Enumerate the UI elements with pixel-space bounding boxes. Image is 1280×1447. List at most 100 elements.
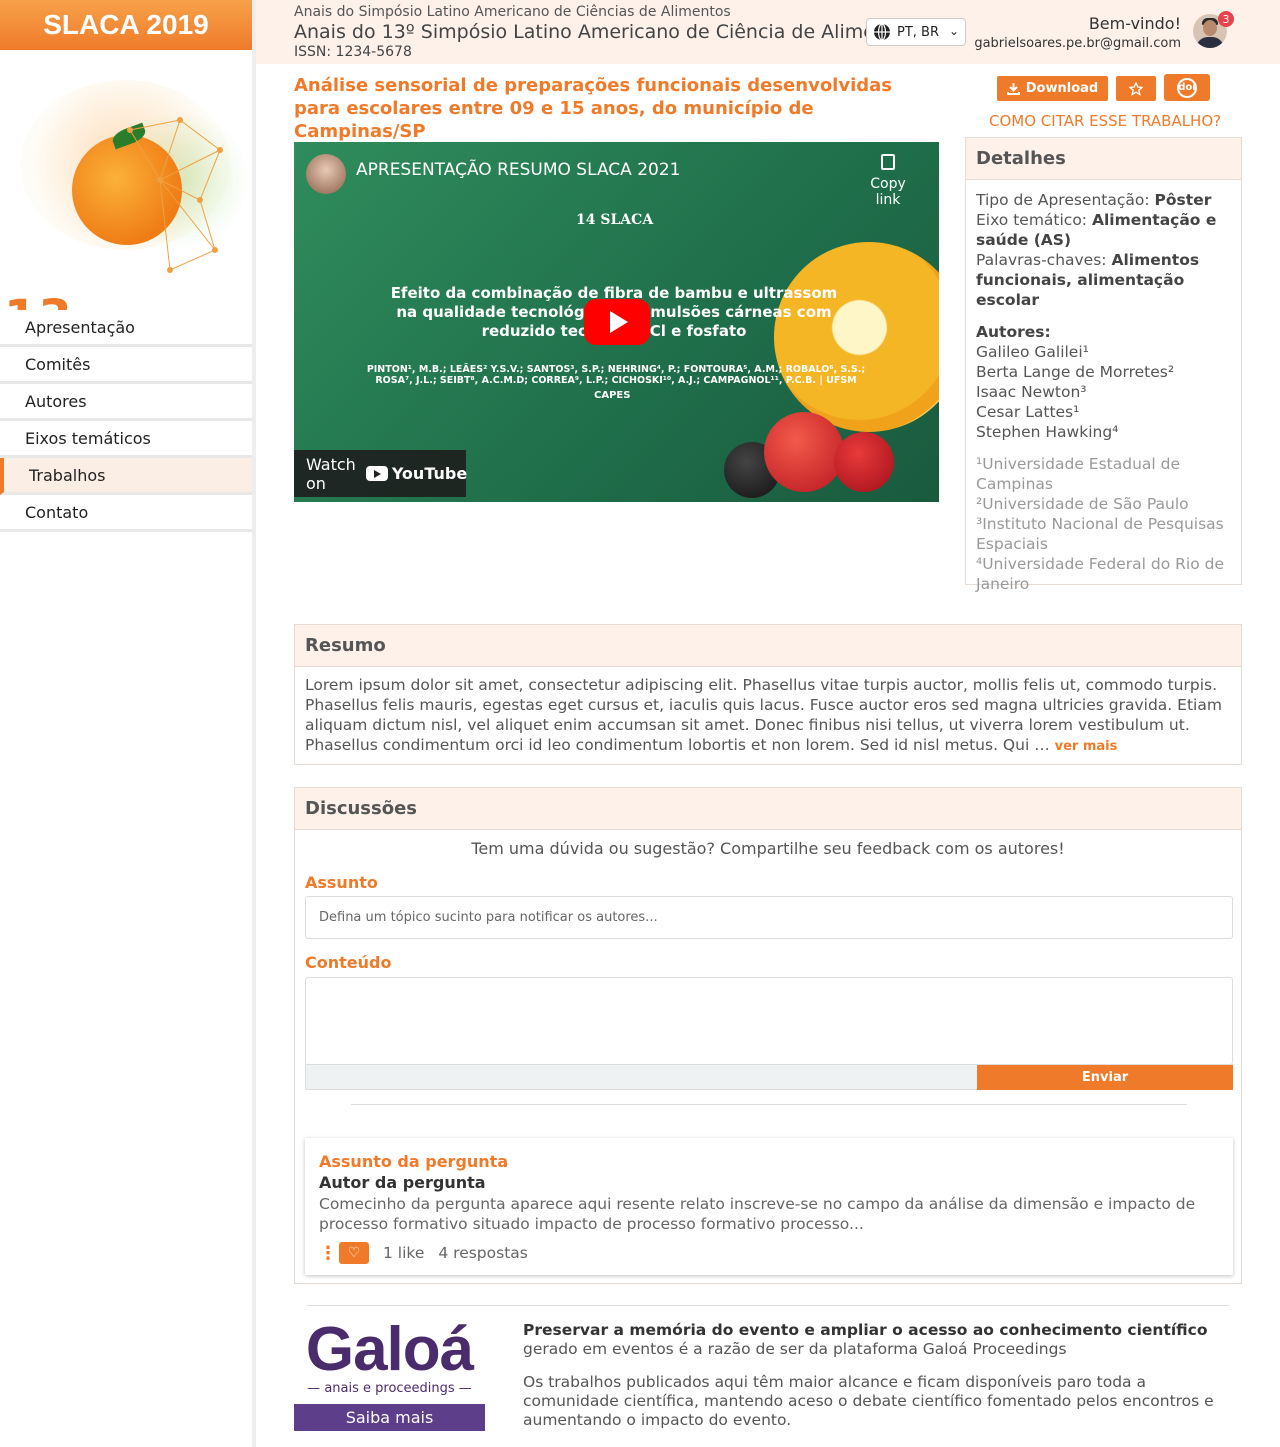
abstract-panel: Resumo Lorem ipsum dolor sit amet, conse…	[294, 624, 1242, 765]
subject-input[interactable]: Defina um tópico sucinto para notificar …	[305, 896, 1233, 939]
question-text: Comecinho da pergunta aparece aqui resen…	[319, 1195, 1196, 1233]
video-slide-authors: PINTON¹, M.B.; LEÃES² Y.S.V.; SANTOS³, S…	[366, 364, 866, 386]
subject-label: Assunto	[305, 873, 378, 892]
logo-text: 13 SLACA	[4, 294, 252, 310]
sidebar: SLACA 2019 13 SLACA Apresentação Comitês…	[0, 0, 256, 1447]
send-button[interactable]: Enviar	[977, 1065, 1233, 1090]
watch-label: Watch on	[306, 454, 356, 493]
learn-more-button[interactable]: Saiba mais	[294, 1404, 485, 1431]
notification-badge[interactable]: 3	[1218, 11, 1234, 27]
thematic-axis-label: Eixo temático:	[976, 211, 1088, 229]
author-item[interactable]: Isaac Newton³	[976, 382, 1231, 402]
cite-link[interactable]: COMO CITAR ESSE TRABALHO?	[989, 112, 1221, 130]
more-options-icon[interactable]: ⋮	[319, 1243, 337, 1264]
discussion-lead: Tem uma dúvida ou sugestão? Compartilhe …	[471, 839, 1065, 858]
affiliation-item: ³Instituto Nacional de Pesquisas Espacia…	[976, 515, 1224, 553]
affiliation-item: ²Universidade de São Paulo	[976, 495, 1189, 513]
copy-icon	[881, 154, 895, 170]
galoa-brand: Galoá — anais e proceedings — Saiba mais	[294, 1315, 485, 1431]
doi-button[interactable]: doi	[1164, 74, 1210, 101]
author-item[interactable]: Stephen Hawking⁴	[976, 422, 1231, 442]
content-textarea[interactable]	[305, 977, 1233, 1065]
event-logo: 13 SLACA	[0, 50, 252, 310]
footer-p1-bold: Preservar a memória do evento e ampliar …	[523, 1321, 1208, 1339]
video-thumbnail-fruit	[834, 432, 894, 492]
footer-p2: Os trabalhos publicados aqui têm maior a…	[523, 1373, 1214, 1429]
like-count: 1 like	[383, 1244, 425, 1262]
question-subject[interactable]: Assunto da pergunta	[319, 1152, 1219, 1171]
authors-label: Autores:	[976, 323, 1051, 341]
footer-p1-rest: gerado em eventos é a razão de ser da pl…	[523, 1340, 1067, 1358]
download-label: Download	[1025, 81, 1099, 96]
author-item[interactable]: Berta Lange de Morretes²	[976, 362, 1231, 382]
reply-count[interactable]: 4 respostas	[438, 1244, 527, 1262]
copy-link-button[interactable]: Copy link	[858, 154, 918, 208]
thematic-axis: Eixo temático: Alimentação e saúde (AS)	[976, 210, 1231, 250]
galoa-logo: Galoá	[305, 1315, 474, 1384]
event-brand[interactable]: SLACA 2019	[0, 0, 252, 50]
video-slide-logo: 14 SLACA	[576, 212, 654, 228]
paper-title: Análise sensorial de preparações funcion…	[294, 75, 892, 142]
abstract-heading: Resumo	[295, 625, 1241, 667]
divider	[307, 1305, 1229, 1306]
galoa-tagline: — anais e proceedings —	[307, 1381, 472, 1396]
chevron-down-icon: ⌄	[948, 24, 959, 38]
keywords-label: Palavras-chaves:	[976, 251, 1107, 269]
galoa-tagline-text: anais e proceedings	[324, 1381, 455, 1396]
language-select[interactable]: PT, BR ⌄	[866, 18, 966, 46]
youtube-logo: YouTube	[365, 464, 468, 483]
welcome-text: Bem-vindo!	[1088, 14, 1181, 33]
avatar-body	[1196, 37, 1224, 48]
youtube-icon	[365, 466, 388, 481]
network-graphic-icon	[127, 117, 223, 273]
question-card[interactable]: Assunto da pergunta Autor da pergunta Co…	[305, 1138, 1233, 1275]
issn: ISSN: 1234-5678	[294, 44, 412, 60]
video-player[interactable]: APRESENTAÇÃO RESUMO SLACA 2021 Copy link…	[294, 142, 939, 502]
channel-avatar[interactable]	[306, 154, 346, 194]
affiliation-item: ⁴Universidade Federal do Rio de Janeiro	[976, 555, 1224, 593]
youtube-label: YouTube	[391, 464, 468, 483]
user-email: gabrielsoares.pe.br@gmail.com	[974, 36, 1181, 51]
video-thumbnail-fruit	[764, 412, 844, 492]
watch-on-youtube-button[interactable]: Watch on YouTube	[294, 450, 468, 497]
header: Anais do Simpósio Latino Americano de Ci…	[256, 0, 1280, 64]
read-more-link[interactable]: ver mais	[1055, 739, 1118, 754]
sidebar-item-contato[interactable]: Contato	[0, 495, 252, 532]
presentation-type-value: Pôster	[1154, 191, 1212, 209]
play-icon[interactable]	[584, 299, 650, 345]
download-button[interactable]: Download	[997, 76, 1108, 101]
content-label: Conteúdo	[305, 953, 392, 972]
video-slide-footer: CAPES	[594, 390, 631, 401]
presentation-type-label: Tipo de Apresentação:	[976, 191, 1150, 209]
video-title[interactable]: APRESENTAÇÃO RESUMO SLACA 2021	[356, 160, 680, 180]
sidebar-item-eixos[interactable]: Eixos temáticos	[0, 421, 252, 458]
details-heading: Detalhes	[966, 138, 1241, 180]
question-author: Autor da pergunta	[319, 1173, 486, 1192]
like-button[interactable]: ♡	[339, 1242, 369, 1264]
author-item[interactable]: Cesar Lattes¹	[976, 402, 1231, 422]
author-item[interactable]: Galileo Galilei¹	[976, 342, 1231, 362]
discussion-panel: Discussões Tem uma dúvida ou sugestão? C…	[294, 787, 1242, 1284]
discussion-heading: Discussões	[295, 788, 1241, 830]
affiliation-item: ¹Universidade Estadual de Campinas	[976, 455, 1181, 493]
divider	[351, 1104, 1187, 1105]
proceedings-subtitle: Anais do Simpósio Latino Americano de Ci…	[294, 4, 731, 20]
sidebar-nav: Apresentação Comitês Autores Eixos temát…	[0, 310, 252, 532]
doi-icon: doi	[1177, 77, 1197, 98]
globe-icon	[874, 23, 890, 41]
avatar-head	[1203, 20, 1217, 36]
details-panel: Detalhes Tipo de Apresentação: Pôster Ei…	[965, 137, 1242, 593]
presentation-type: Tipo de Apresentação: Pôster	[976, 190, 1231, 210]
language-value: PT, BR	[897, 24, 939, 40]
download-icon	[1006, 83, 1020, 95]
sidebar-item-autores[interactable]: Autores	[0, 384, 252, 421]
favorite-button[interactable]	[1116, 76, 1156, 101]
sidebar-item-comites[interactable]: Comitês	[0, 347, 252, 384]
keywords: Palavras-chaves: Alimentos funcionais, a…	[976, 250, 1231, 310]
sidebar-item-trabalhos[interactable]: Trabalhos	[0, 458, 252, 495]
proceedings-title: Anais do 13º Simpósio Latino Americano d…	[294, 21, 916, 43]
sidebar-item-apresentacao[interactable]: Apresentação	[0, 310, 252, 347]
copy-link-label: Copy link	[870, 176, 906, 208]
heart-icon: ♡	[347, 1245, 361, 1261]
star-icon	[1129, 81, 1143, 96]
